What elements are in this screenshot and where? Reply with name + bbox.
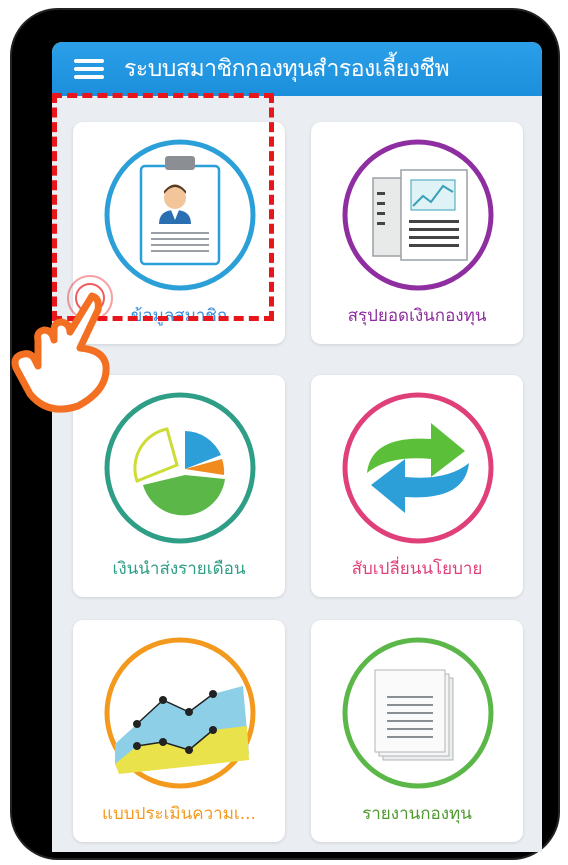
menu-label-fund-report: รายงานกองทุน xyxy=(362,804,472,824)
fund-summary-document-icon xyxy=(342,139,494,291)
menu-card-monthly-contribution[interactable]: เงินนำส่งรายเดือน xyxy=(73,375,285,597)
pie-chart-icon xyxy=(104,392,256,544)
menu-label-fund-summary: สรุปยอดเงินกองทุน xyxy=(347,306,487,326)
app-screen: ระบบสมาชิกกองทุนสำรองเลี้ยงชีพ ข้อมูลสมา… xyxy=(52,42,542,852)
app-header: ระบบสมาชิกกองทุนสำรองเลี้ยงชีพ xyxy=(52,42,542,96)
menu-label-switch-policy: สับเปลี่ยนนโยบาย xyxy=(351,559,483,579)
switch-arrows-icon xyxy=(342,392,494,544)
app-title: ระบบสมาชิกกองทุนสำรองเลี้ยงชีพ xyxy=(124,56,450,82)
phone-frame: ระบบสมาชิกกองทุนสำรองเลี้ยงชีพ ข้อมูลสมา… xyxy=(12,10,558,858)
report-paper-icon xyxy=(342,637,494,789)
menu-card-fund-report[interactable]: รายงานกองทุน xyxy=(311,620,523,842)
menu-card-assessment[interactable]: แบบประเมินความเ... xyxy=(73,620,285,842)
menu-label-monthly-contribution: เงินนำส่งรายเดือน xyxy=(112,559,246,579)
member-card-icon xyxy=(104,139,256,291)
menu-label-assessment: แบบประเมินความเ... xyxy=(102,804,256,824)
menu-card-member-info[interactable]: ข้อมูลสมาชิก xyxy=(73,122,285,344)
area-chart-icon xyxy=(104,637,256,789)
menu-label-member-info: ข้อมูลสมาชิก xyxy=(130,306,228,326)
menu-card-fund-summary[interactable]: สรุปยอดเงินกองทุน xyxy=(311,122,523,344)
hamburger-menu-icon[interactable] xyxy=(74,58,104,80)
menu-card-switch-policy[interactable]: สับเปลี่ยนนโยบาย xyxy=(311,375,523,597)
